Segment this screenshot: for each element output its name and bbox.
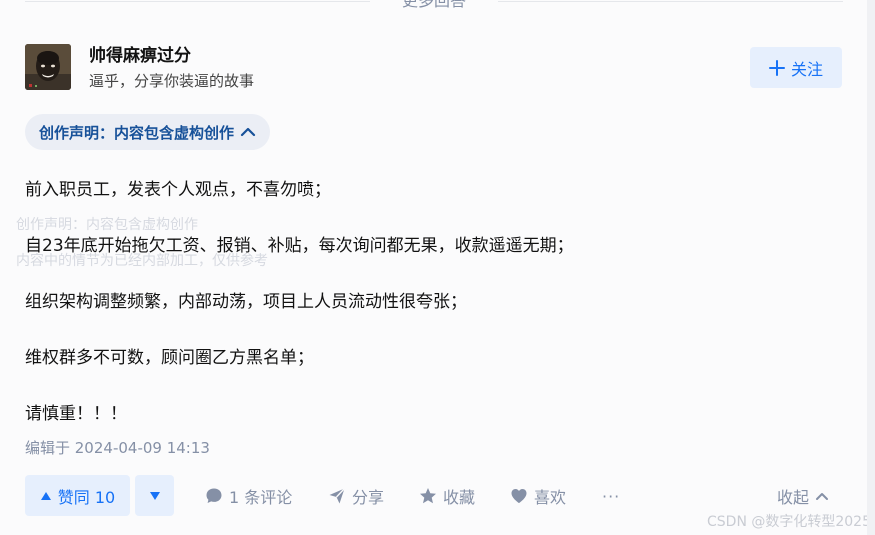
triangle-up-icon — [40, 491, 51, 500]
like-button[interactable]: 喜欢 — [510, 484, 566, 508]
content-paragraph: 维权群多不可数，顾问圈乙方黑名单； — [25, 348, 314, 368]
vote-down-button[interactable] — [135, 475, 174, 516]
favorite-button[interactable]: 收藏 — [419, 484, 475, 508]
csdn-watermark: CSDN @数字化转型2025 — [707, 514, 871, 530]
more-answers-divider: 更多回答 — [25, 0, 843, 12]
divider-line-right — [498, 1, 843, 2]
author-name[interactable]: 帅得麻痹过分 — [89, 41, 191, 66]
page-edge-strip — [867, 0, 875, 535]
star-icon — [420, 488, 436, 504]
comment-label: 1 条评论 — [229, 488, 293, 507]
share-button[interactable]: 分享 — [328, 484, 384, 508]
share-label: 分享 — [352, 488, 385, 507]
collapse-button[interactable]: 收起 — [777, 484, 829, 508]
edit-timestamp[interactable]: 编辑于 2024-04-09 14:13 — [25, 437, 210, 458]
declaration-label: 创作声明：内容包含虚构创作 — [39, 123, 235, 142]
answer-card: 更多回答 帅得麻痹过分 逼乎，分享你装逼的故事 关注 创作声明：内容包含虚构创作… — [0, 0, 875, 535]
share-icon — [329, 488, 346, 504]
follow-label: 关注 — [790, 59, 823, 79]
more-answers-label[interactable]: 更多回答 — [370, 0, 498, 12]
content-paragraph: 前入职员工，发表个人观点，不喜勿喷； — [25, 180, 331, 200]
plus-icon — [768, 59, 785, 76]
creation-declaration-chip[interactable]: 创作声明：内容包含虚构创作 — [25, 114, 271, 150]
divider-line-left — [25, 1, 370, 2]
like-label: 喜欢 — [534, 488, 567, 507]
triangle-down-icon — [149, 491, 160, 500]
vote-up-button[interactable]: 赞同 10 — [25, 475, 130, 516]
favorite-label: 收藏 — [443, 488, 476, 507]
avatar[interactable] — [25, 44, 71, 90]
heart-icon — [511, 489, 527, 503]
chevron-up-icon — [240, 127, 256, 137]
author-bio: 逼乎，分享你装逼的故事 — [89, 72, 255, 90]
chevron-up-icon — [816, 493, 829, 500]
avatar-image — [25, 44, 71, 90]
more-actions-button[interactable]: ··· — [602, 484, 620, 508]
content-paragraph: 组织架构调整频繁，内部动荡，项目上人员流动性很夸张； — [25, 292, 467, 312]
vote-up-label: 赞同 10 — [57, 487, 116, 507]
comment-button[interactable]: 1 条评论 — [205, 484, 292, 508]
follow-button[interactable]: 关注 — [750, 47, 842, 88]
content-paragraph: 请慎重！！！ — [25, 404, 127, 424]
content-paragraph: 自23年底开始拖欠工资、报销、补贴，每次询问都无果，收款遥遥无期； — [25, 236, 574, 256]
comment-icon — [206, 488, 222, 503]
collapse-label: 收起 — [777, 488, 810, 507]
